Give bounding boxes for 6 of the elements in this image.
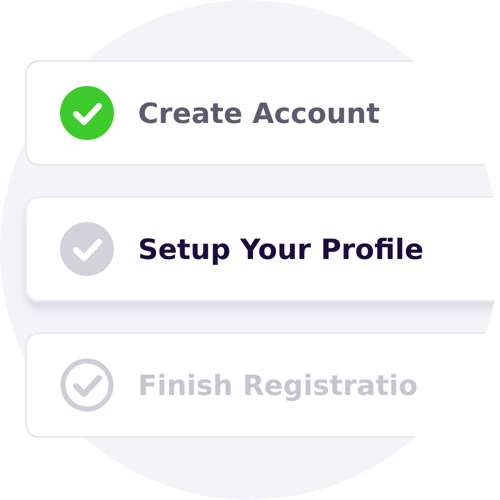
check-circle-icon: [60, 358, 114, 412]
step-label: Setup Your Profile: [138, 232, 424, 266]
step-label: Create Account: [138, 96, 380, 130]
step-label: Finish Registratio: [138, 368, 418, 402]
check-circle-icon: [60, 86, 114, 140]
check-circle-icon: [60, 222, 114, 276]
